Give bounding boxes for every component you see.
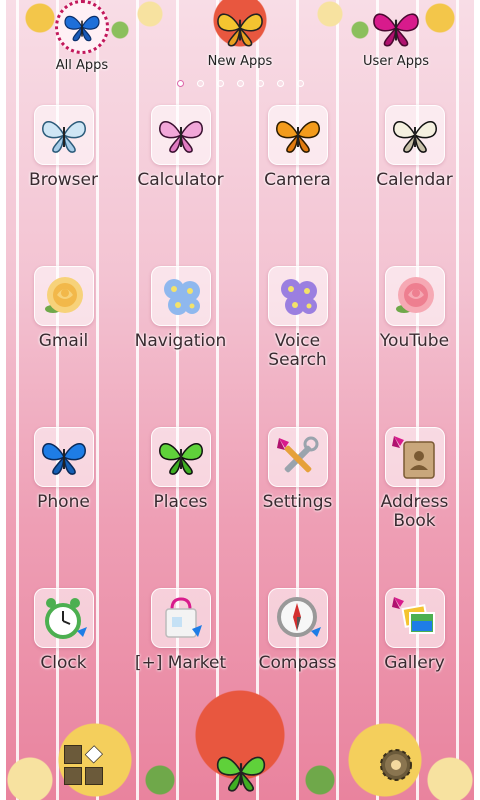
page-dot <box>176 80 184 87</box>
blue-flowers-icon <box>150 266 211 326</box>
app-label: Navigation <box>134 331 227 351</box>
blue-morpho-butterfly-icon <box>33 427 94 487</box>
app-settings[interactable]: Settings <box>239 427 356 588</box>
app-browser[interactable]: Browser <box>5 105 122 266</box>
compass-icon <box>267 588 328 648</box>
yellow-butterfly-icon <box>217 13 263 47</box>
bottom-dock <box>0 690 480 800</box>
black-white-swallowtail-icon <box>384 105 445 165</box>
app-youtube[interactable]: YouTube <box>356 266 473 427</box>
app-label: Compass <box>258 653 337 673</box>
page-dot <box>256 80 264 87</box>
shopping-bag-icon <box>150 588 211 648</box>
orange-butterfly-icon <box>267 105 328 165</box>
green-butterfly-icon <box>150 427 211 487</box>
app-label: Browser <box>29 170 98 190</box>
page-dot <box>196 80 204 87</box>
new-apps-label: New Apps <box>207 54 273 69</box>
app-label: Gmail <box>38 331 89 351</box>
new-apps-button[interactable]: New Apps <box>190 6 290 76</box>
app-gmail[interactable]: Gmail <box>5 266 122 427</box>
all-apps-button[interactable]: All Apps <box>32 0 132 76</box>
app-places[interactable]: Places <box>122 427 239 588</box>
app-label: [+] Market <box>134 653 227 673</box>
grid-square <box>85 766 103 785</box>
user-apps-button[interactable]: User Apps <box>346 6 446 76</box>
grid-diamond <box>84 745 104 764</box>
photos-butterfly-icon <box>384 588 445 648</box>
app-label: Calendar <box>376 170 453 190</box>
page-dot <box>236 80 244 87</box>
gear-icon[interactable] <box>376 745 416 785</box>
app-phone[interactable]: Phone <box>5 427 122 588</box>
user-apps-label: User Apps <box>363 54 429 69</box>
yellow-rose-icon <box>33 266 94 326</box>
pink-rose-icon <box>384 266 445 326</box>
alarm-clock-icon <box>33 588 94 648</box>
app-label: Address Book <box>380 492 449 531</box>
app-address-book[interactable]: Address Book <box>356 427 473 588</box>
tools-butterfly-icon <box>267 427 328 487</box>
app-label: YouTube <box>379 331 450 351</box>
page-dot <box>216 80 224 87</box>
app-label: Places <box>153 492 208 512</box>
app-camera[interactable]: Camera <box>239 105 356 266</box>
purple-flowers-icon <box>267 266 328 326</box>
all-apps-label: All Apps <box>55 58 109 73</box>
page-indicator <box>0 80 480 87</box>
grid-square <box>64 745 82 764</box>
app-label: Calculator <box>137 170 224 190</box>
magenta-butterfly-icon <box>373 13 419 47</box>
app-calculator[interactable]: Calculator <box>122 105 239 266</box>
app-label: Voice Search <box>268 331 327 370</box>
green-butterfly-icon[interactable] <box>212 750 270 794</box>
blue-butterfly-icon <box>55 0 109 54</box>
app-calendar[interactable]: Calendar <box>356 105 473 266</box>
pink-swallowtail-butterfly-icon <box>150 105 211 165</box>
app-label: Gallery <box>384 653 445 673</box>
page-dot <box>276 80 284 87</box>
app-voice-search[interactable]: Voice Search <box>239 266 356 427</box>
page-dot <box>296 80 304 87</box>
app-grid: Browser Calculator Camera Calendar Gmail… <box>5 105 475 749</box>
app-label: Settings <box>262 492 333 512</box>
app-navigation[interactable]: Navigation <box>122 266 239 427</box>
app-drawer-grid-icon[interactable] <box>64 745 104 785</box>
app-label: Camera <box>264 170 331 190</box>
top-header: All Apps New Apps User Apps <box>0 0 480 78</box>
app-label: Phone <box>37 492 90 512</box>
blue-white-butterfly-icon <box>33 105 94 165</box>
grid-square <box>64 766 82 785</box>
address-book-butterfly-icon <box>384 427 445 487</box>
app-label: Clock <box>40 653 87 673</box>
